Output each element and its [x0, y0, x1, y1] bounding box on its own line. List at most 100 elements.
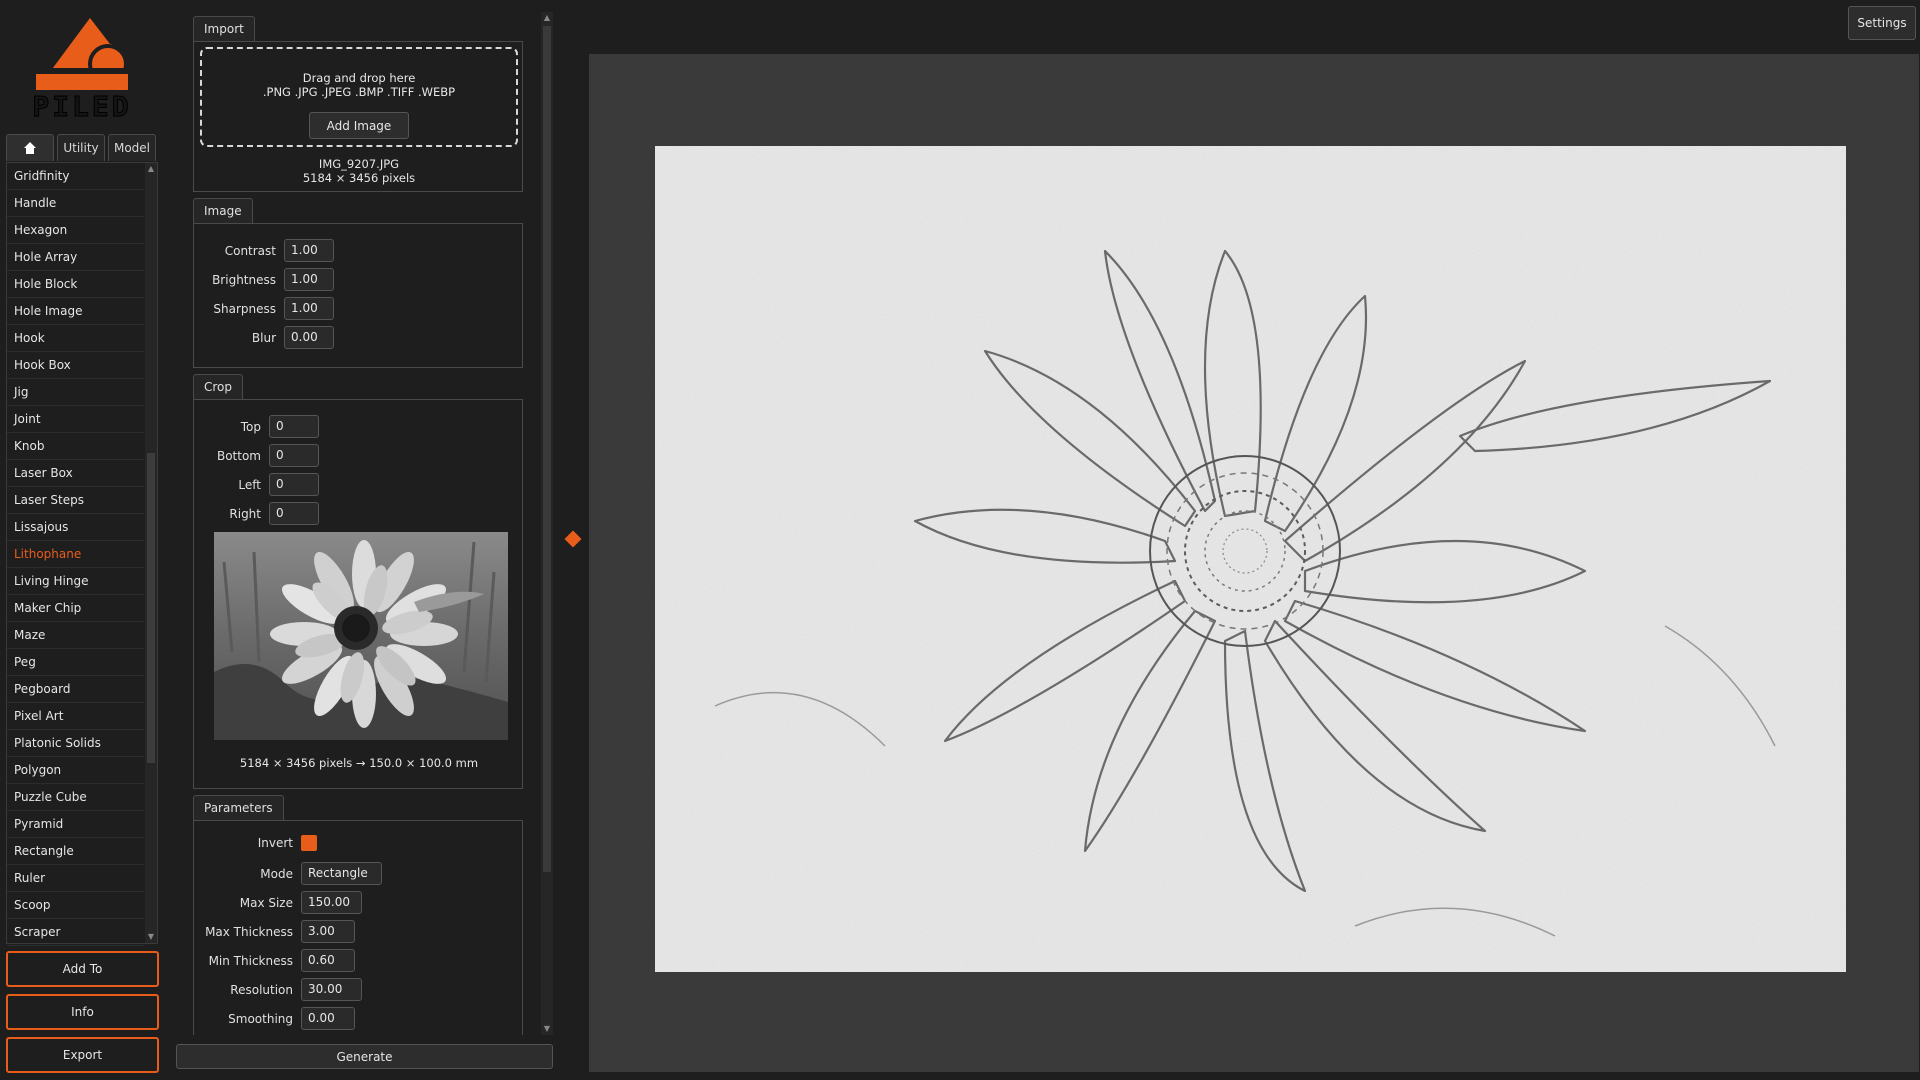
smoothing-row: Smoothing 0.00	[194, 1007, 355, 1030]
parameters-section-tab[interactable]: Parameters	[193, 795, 284, 820]
scrollbar-thumb[interactable]	[147, 453, 155, 763]
left-tab-bar: Utility Model	[6, 134, 156, 161]
tab-utility[interactable]: Utility	[57, 134, 105, 161]
add-image-button[interactable]: Add Image	[309, 112, 409, 139]
crop-left-input[interactable]: 0	[269, 473, 319, 496]
image-section-tab[interactable]: Image	[193, 198, 253, 223]
resolution-row: Resolution 30.00	[194, 978, 362, 1001]
model-list-item[interactable]: Hook Box	[7, 352, 144, 379]
model-list-item[interactable]: Platonic Solids	[7, 730, 144, 757]
model-list-item[interactable]: Living Hinge	[7, 568, 144, 595]
max-thickness-input[interactable]: 3.00	[301, 920, 355, 943]
image-panel: Contrast 1.00 Brightness 1.00 Sharpness …	[193, 223, 523, 368]
model-list-item[interactable]: Hole Image	[7, 298, 144, 325]
brightness-input[interactable]: 1.00	[284, 268, 334, 291]
model-list-item[interactable]: Laser Steps	[7, 487, 144, 514]
import-section-tab[interactable]: Import	[193, 16, 255, 41]
3d-viewport[interactable]	[589, 54, 1919, 1072]
model-list-item[interactable]: Lissajous	[7, 514, 144, 541]
brightness-row: Brightness 1.00	[194, 268, 334, 291]
brightness-label: Brightness	[212, 272, 276, 287]
model-list-item[interactable]: Scraper	[7, 919, 144, 946]
model-list-item[interactable]: Hexagon	[7, 217, 144, 244]
generate-button[interactable]: Generate	[176, 1044, 553, 1069]
model-list-item[interactable]: Laser Box	[7, 460, 144, 487]
piled-logo: PILED	[32, 14, 132, 124]
sunflower-thumbnail	[214, 532, 508, 740]
model-list-item[interactable]: Rectangle	[7, 838, 144, 865]
model-list-item[interactable]: Scoop	[7, 892, 144, 919]
resolution-input[interactable]: 30.00	[301, 978, 362, 1001]
info-button[interactable]: Info	[6, 994, 159, 1030]
drop-instruction: Drag and drop here	[302, 71, 416, 85]
smoothing-input[interactable]: 0.00	[301, 1007, 355, 1030]
max-size-input[interactable]: 150.00	[301, 891, 362, 914]
contrast-input[interactable]: 1.00	[284, 239, 334, 262]
invert-row: Invert	[194, 835, 317, 851]
file-name: IMG_9207.JPG	[318, 157, 400, 171]
blur-row: Blur 0.00	[194, 326, 334, 349]
min-thickness-label: Min Thickness	[208, 953, 293, 968]
max-size-row: Max Size 150.00	[194, 891, 362, 914]
crop-top-row: Top 0	[194, 415, 319, 438]
file-dimensions: 5184 × 3456 pixels	[302, 171, 416, 185]
min-thickness-input[interactable]: 0.60	[301, 949, 355, 972]
mode-select[interactable]: Rectangle	[301, 862, 382, 885]
crop-right-input[interactable]: 0	[269, 502, 319, 525]
model-list-item[interactable]: Hole Block	[7, 271, 144, 298]
crop-top-input[interactable]: 0	[269, 415, 319, 438]
scroll-up-arrow-icon[interactable]: ▲	[541, 12, 553, 24]
tab-home[interactable]	[6, 134, 54, 161]
contrast-label: Contrast	[224, 243, 276, 258]
scroll-down-arrow-icon[interactable]: ▼	[145, 931, 157, 943]
model-list-item[interactable]: Gridfinity	[7, 163, 144, 190]
model-list-item[interactable]: Pegboard	[7, 676, 144, 703]
smoothing-label: Smoothing	[228, 1011, 293, 1026]
panel-scrollbar[interactable]: ▲ ▼	[541, 12, 553, 1035]
export-button[interactable]: Export	[6, 1037, 159, 1073]
model-list-item[interactable]: Joint	[7, 406, 144, 433]
invert-checkbox[interactable]	[301, 835, 317, 851]
model-list-item[interactable]: Handle	[7, 190, 144, 217]
home-icon	[24, 142, 36, 154]
scroll-down-arrow-icon[interactable]: ▼	[541, 1023, 553, 1035]
scrollbar-thumb[interactable]	[543, 26, 551, 872]
settings-button[interactable]: Settings	[1848, 6, 1916, 40]
add-to-button[interactable]: Add To	[6, 951, 159, 987]
blur-input[interactable]: 0.00	[284, 326, 334, 349]
logo-text: PILED	[32, 90, 132, 124]
model-list-item[interactable]: Hole Array	[7, 244, 144, 271]
model-list-item[interactable]: Puzzle Cube	[7, 784, 144, 811]
sharpness-input[interactable]: 1.00	[284, 297, 334, 320]
crop-preview-image[interactable]	[214, 532, 508, 740]
logo-mark-icon	[36, 18, 128, 90]
splitter-handle-icon[interactable]	[564, 530, 582, 548]
model-list-item[interactable]: Ruler	[7, 865, 144, 892]
model-list-item[interactable]: Pixel Art	[7, 703, 144, 730]
parameters-panel: Invert Mode Rectangle Max Size 150.00 Ma…	[193, 820, 523, 1035]
crop-section-tab[interactable]: Crop	[193, 374, 244, 399]
tab-model[interactable]: Model	[108, 134, 156, 161]
model-list-item[interactable]: Peg	[7, 649, 144, 676]
model-list-scrollbar[interactable]: ▲ ▼	[145, 163, 157, 943]
model-list-item[interactable]: Pyramid	[7, 811, 144, 838]
max-thickness-label: Max Thickness	[205, 924, 293, 939]
blur-label: Blur	[251, 330, 276, 345]
crop-bottom-input[interactable]: 0	[269, 444, 319, 467]
model-list-item[interactable]: Maze	[7, 622, 144, 649]
crop-bottom-row: Bottom 0	[194, 444, 319, 467]
image-drop-zone[interactable]: Drag and drop here .PNG .JPG .JPEG .BMP …	[200, 47, 518, 147]
lithophane-render	[655, 146, 1846, 972]
model-list-item[interactable]: Maker Chip	[7, 595, 144, 622]
model-list-item[interactable]: Knob	[7, 433, 144, 460]
crop-top-label: Top	[240, 419, 261, 434]
model-list-item[interactable]: Lithophane	[7, 541, 144, 568]
scroll-up-arrow-icon[interactable]: ▲	[145, 163, 157, 175]
model-list-item[interactable]: Jig	[7, 379, 144, 406]
model-list-item[interactable]: Hook	[7, 325, 144, 352]
model-list-item[interactable]: Polygon	[7, 757, 144, 784]
app-window: PILED Utility Model Gridfinity Handle Hexa…	[0, 0, 1920, 1080]
crop-output-caption: 5184 × 3456 pixels → 150.0 × 100.0 mm	[239, 756, 479, 770]
mode-label: Mode	[260, 866, 293, 881]
crop-right-row: Right 0	[194, 502, 319, 525]
